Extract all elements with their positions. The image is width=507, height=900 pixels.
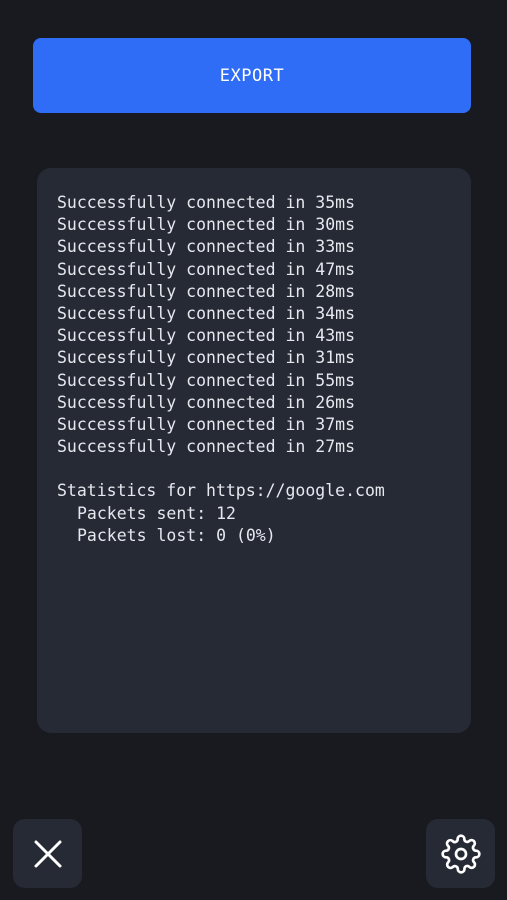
settings-button[interactable] bbox=[426, 819, 495, 888]
packets-sent: Packets sent: 12 bbox=[77, 503, 236, 523]
log-line: Successfully connected in 35ms bbox=[57, 193, 356, 212]
log-line: Successfully connected in 33ms bbox=[57, 237, 356, 257]
log-spacer bbox=[57, 458, 471, 480]
log-line: Successfully connected in 34ms bbox=[57, 303, 356, 323]
log-line: Successfully connected in 26ms bbox=[57, 392, 356, 412]
log-line: Successfully connected in 28ms bbox=[57, 281, 356, 301]
packets-lost: Packets lost: 0 (0%) bbox=[77, 525, 276, 545]
log-line: Successfully connected in 43ms bbox=[57, 326, 356, 346]
statistics-header: Statistics for https://google.com bbox=[57, 481, 385, 501]
close-button[interactable] bbox=[13, 819, 82, 888]
ping-log-panel: Successfully connected in 35ms Successfu… bbox=[37, 168, 471, 733]
export-button-label: EXPORT bbox=[219, 65, 285, 86]
close-icon bbox=[34, 840, 61, 867]
log-line: Successfully connected in 31ms bbox=[57, 348, 356, 368]
gear-icon bbox=[440, 833, 481, 874]
log-line: Successfully connected in 27ms bbox=[57, 437, 356, 457]
log-line: Successfully connected in 37ms bbox=[57, 414, 356, 434]
log-line: Successfully connected in 30ms bbox=[57, 215, 356, 235]
export-button[interactable]: EXPORT bbox=[33, 38, 471, 113]
log-line: Successfully connected in 47ms bbox=[57, 259, 356, 279]
log-line: Successfully connected in 55ms bbox=[57, 370, 356, 390]
